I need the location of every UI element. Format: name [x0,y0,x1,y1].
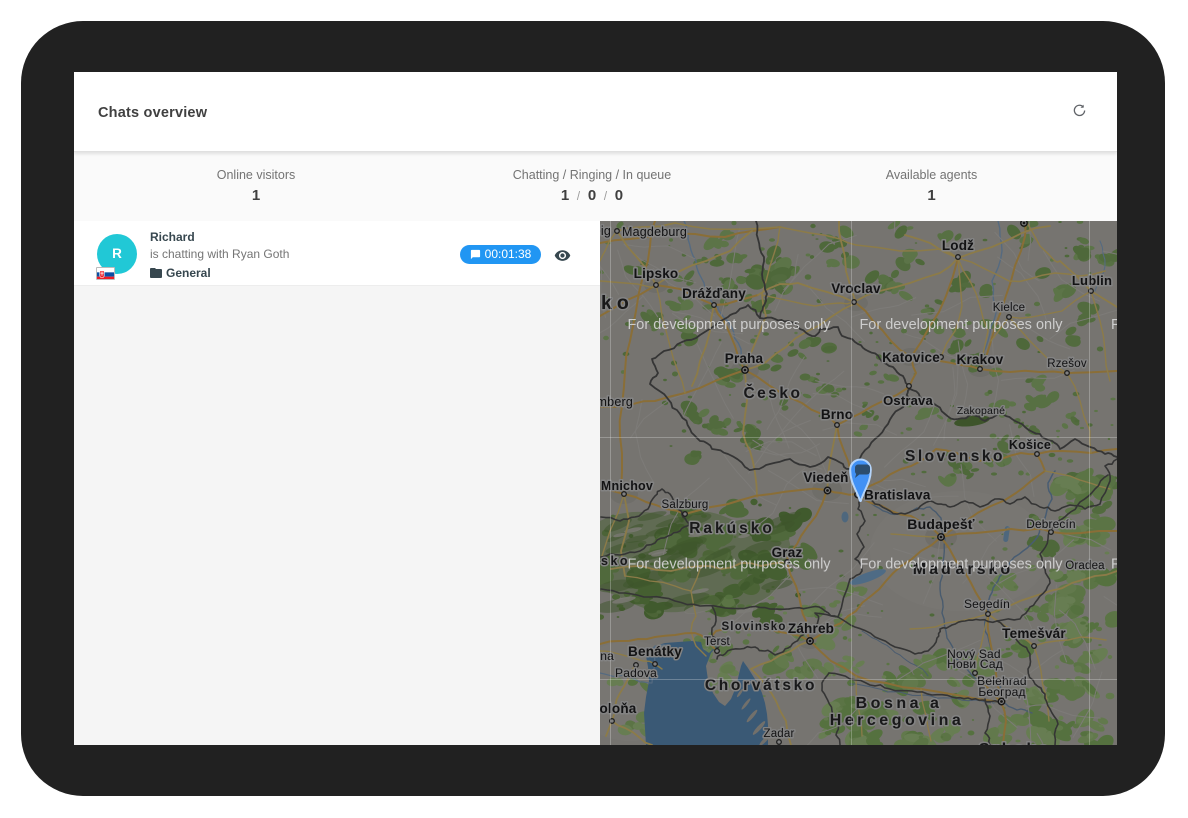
svg-text:For development purposes only: For development purposes only [627,317,831,333]
svg-text:For development purposes only: For development purposes only [859,317,1063,333]
svg-text:For development purposes only: For development purposes only [627,557,831,573]
svg-text:For development purposes only: For development purposes only [1111,317,1117,333]
svg-text:For development purposes only: For development purposes only [859,557,1063,573]
svg-text:For development purposes only: For development purposes only [1111,557,1117,573]
